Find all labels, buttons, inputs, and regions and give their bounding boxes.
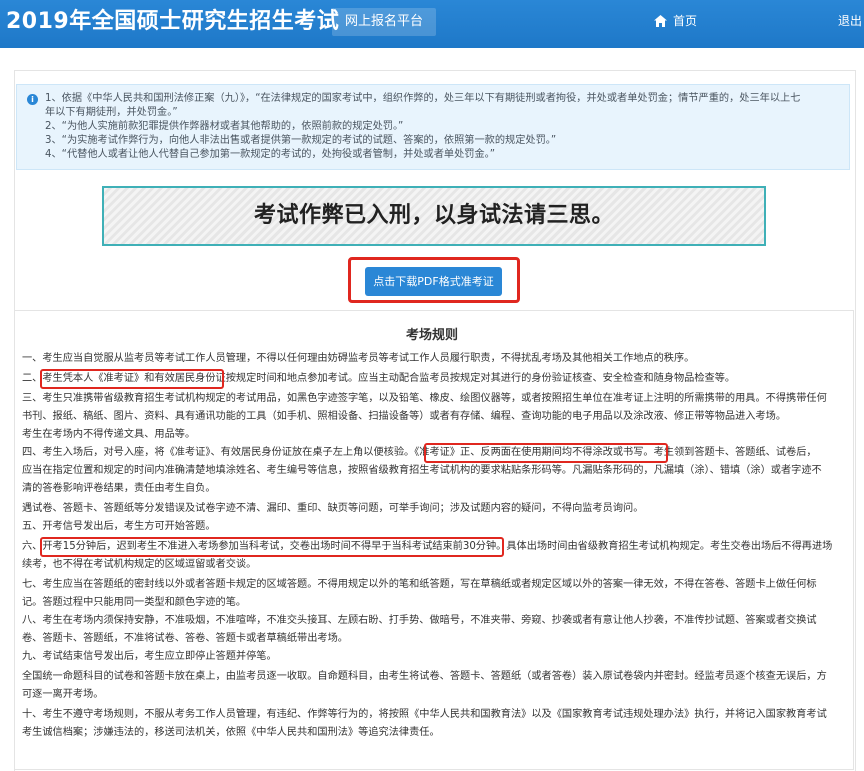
nav-home-link[interactable]: 首页 [654, 12, 697, 29]
rule-line: 记。答题过程中只能用同一类型和颜色字迹的笔。 [22, 597, 247, 608]
nav-exit-link[interactable]: 退出 [838, 12, 862, 29]
highlight-late-entry-rule [40, 537, 504, 557]
top-header: 2019年全国硕士研究生招生考试 网上报名平台 首页 退出 [0, 0, 864, 48]
rule-line: 续考，也不得在考试机构规定的区域逗留或者交谈。 [22, 559, 257, 570]
notice-line: 3、“为实施考试作弊行为，向他人非法出售或者提供第一款规定的考试的试题、答案的，… [45, 135, 557, 146]
highlight-id-requirement [40, 369, 224, 389]
notice-line: 1、依据《中华人民共和国刑法修正案（九）》，“在法律规定的国家考试中，组织作弊的… [45, 93, 801, 104]
site-title: 2019年全国硕士研究生招生考试 [6, 9, 340, 34]
rule-line: 十、考生不遵守考场规则，不服从考务工作人员管理，有违纪、作弊等行为的，将按照《中… [22, 709, 827, 720]
platform-tab[interactable]: 网上报名平台 [332, 8, 436, 36]
rule-line: 可逐一离开考场。 [22, 689, 104, 700]
nav-home-label: 首页 [673, 14, 698, 28]
notice-line: 2、“为他人实施前款犯罪提供作弊器材或者其他帮助的，依照前款的规定处罚。” [45, 121, 404, 132]
rule-line: 七、考生应当在答题纸的密封线以外或者答题卡规定的区域答题。不得用规定以外的笔和纸… [22, 579, 817, 590]
anti-cheating-slogan-banner: 考试作弊已入刑，以身试法请三思。 [102, 186, 766, 246]
rule-line: 考生在考场内不得传递文具、用品等。 [22, 429, 196, 440]
rule-line: 全国统一命题科目的试卷和答题卡放在桌上，由监考员逐一收取。自命题科目，由考生将试… [22, 671, 827, 682]
rules-title: 考场规则 [405, 328, 458, 343]
rule-line: 应当在指定位置和规定的时间内准确清楚地填涂姓名、考生编号等信息，按照省级教育招生… [22, 465, 822, 476]
slogan-text: 考试作弊已入刑，以身试法请三思。 [253, 203, 614, 228]
rule-line: 三、考生只准携带省级教育招生考试机构规定的考试用品，如黑色字迹签字笔，以及铅笔、… [22, 393, 827, 404]
rule-line: 卷、答题卡、答题纸，不准将试卷、答卷、答题卡或者草稿纸带出考场。 [22, 633, 348, 644]
rule-line: 清的答卷影响评卷结果，责任由考生自负。 [22, 483, 216, 494]
rule-line: 五、开考信号发出后，考生方可开始答题。 [22, 521, 216, 532]
rule-line: 书刊、报纸、稿纸、图片、资料、具有通讯功能的工具（如手机、照相设备、扫描设备等）… [22, 411, 787, 422]
rule-line: 八、考生在考场内须保持安静，不准吸烟，不准喧哗，不准交头接耳、左顾右盼、打手势、… [22, 615, 817, 626]
notice-line: 4、“代替他人或者让他人代替自己参加第一款规定的考试的，处拘役或者管制，并处或者… [45, 149, 495, 160]
rule-line: 九、考试结束信号发出后，考生应立即停止答题并停笔。 [22, 651, 277, 662]
law-notice: i 1、依据《中华人民共和国刑法修正案（九）》，“在法律规定的国家考试中，组织作… [16, 84, 850, 170]
rule-line: 考生诚信档案；涉嫌违法的，移送司法机关，依照《中华人民共和国刑法》等追究法律责任… [22, 727, 440, 738]
rule-line: 一、考生应当自觉服从监考员等考试工作人员管理，不得以任何理由妨碍监考员等考试工作… [22, 353, 695, 364]
home-icon [654, 14, 667, 27]
download-pdf-admission-ticket-button[interactable]: 点击下载PDF格式准考证 [365, 267, 502, 296]
notice-line: 年以下有期徒刑，并处罚金。” [45, 107, 178, 118]
rule-line: 遇试卷、答题卡、答题纸等分发错误及试卷字迹不清、漏印、重印、缺页等问题，可举手询… [22, 503, 644, 514]
highlight-ticket-no-writing [424, 443, 668, 463]
info-icon: i [27, 94, 38, 105]
